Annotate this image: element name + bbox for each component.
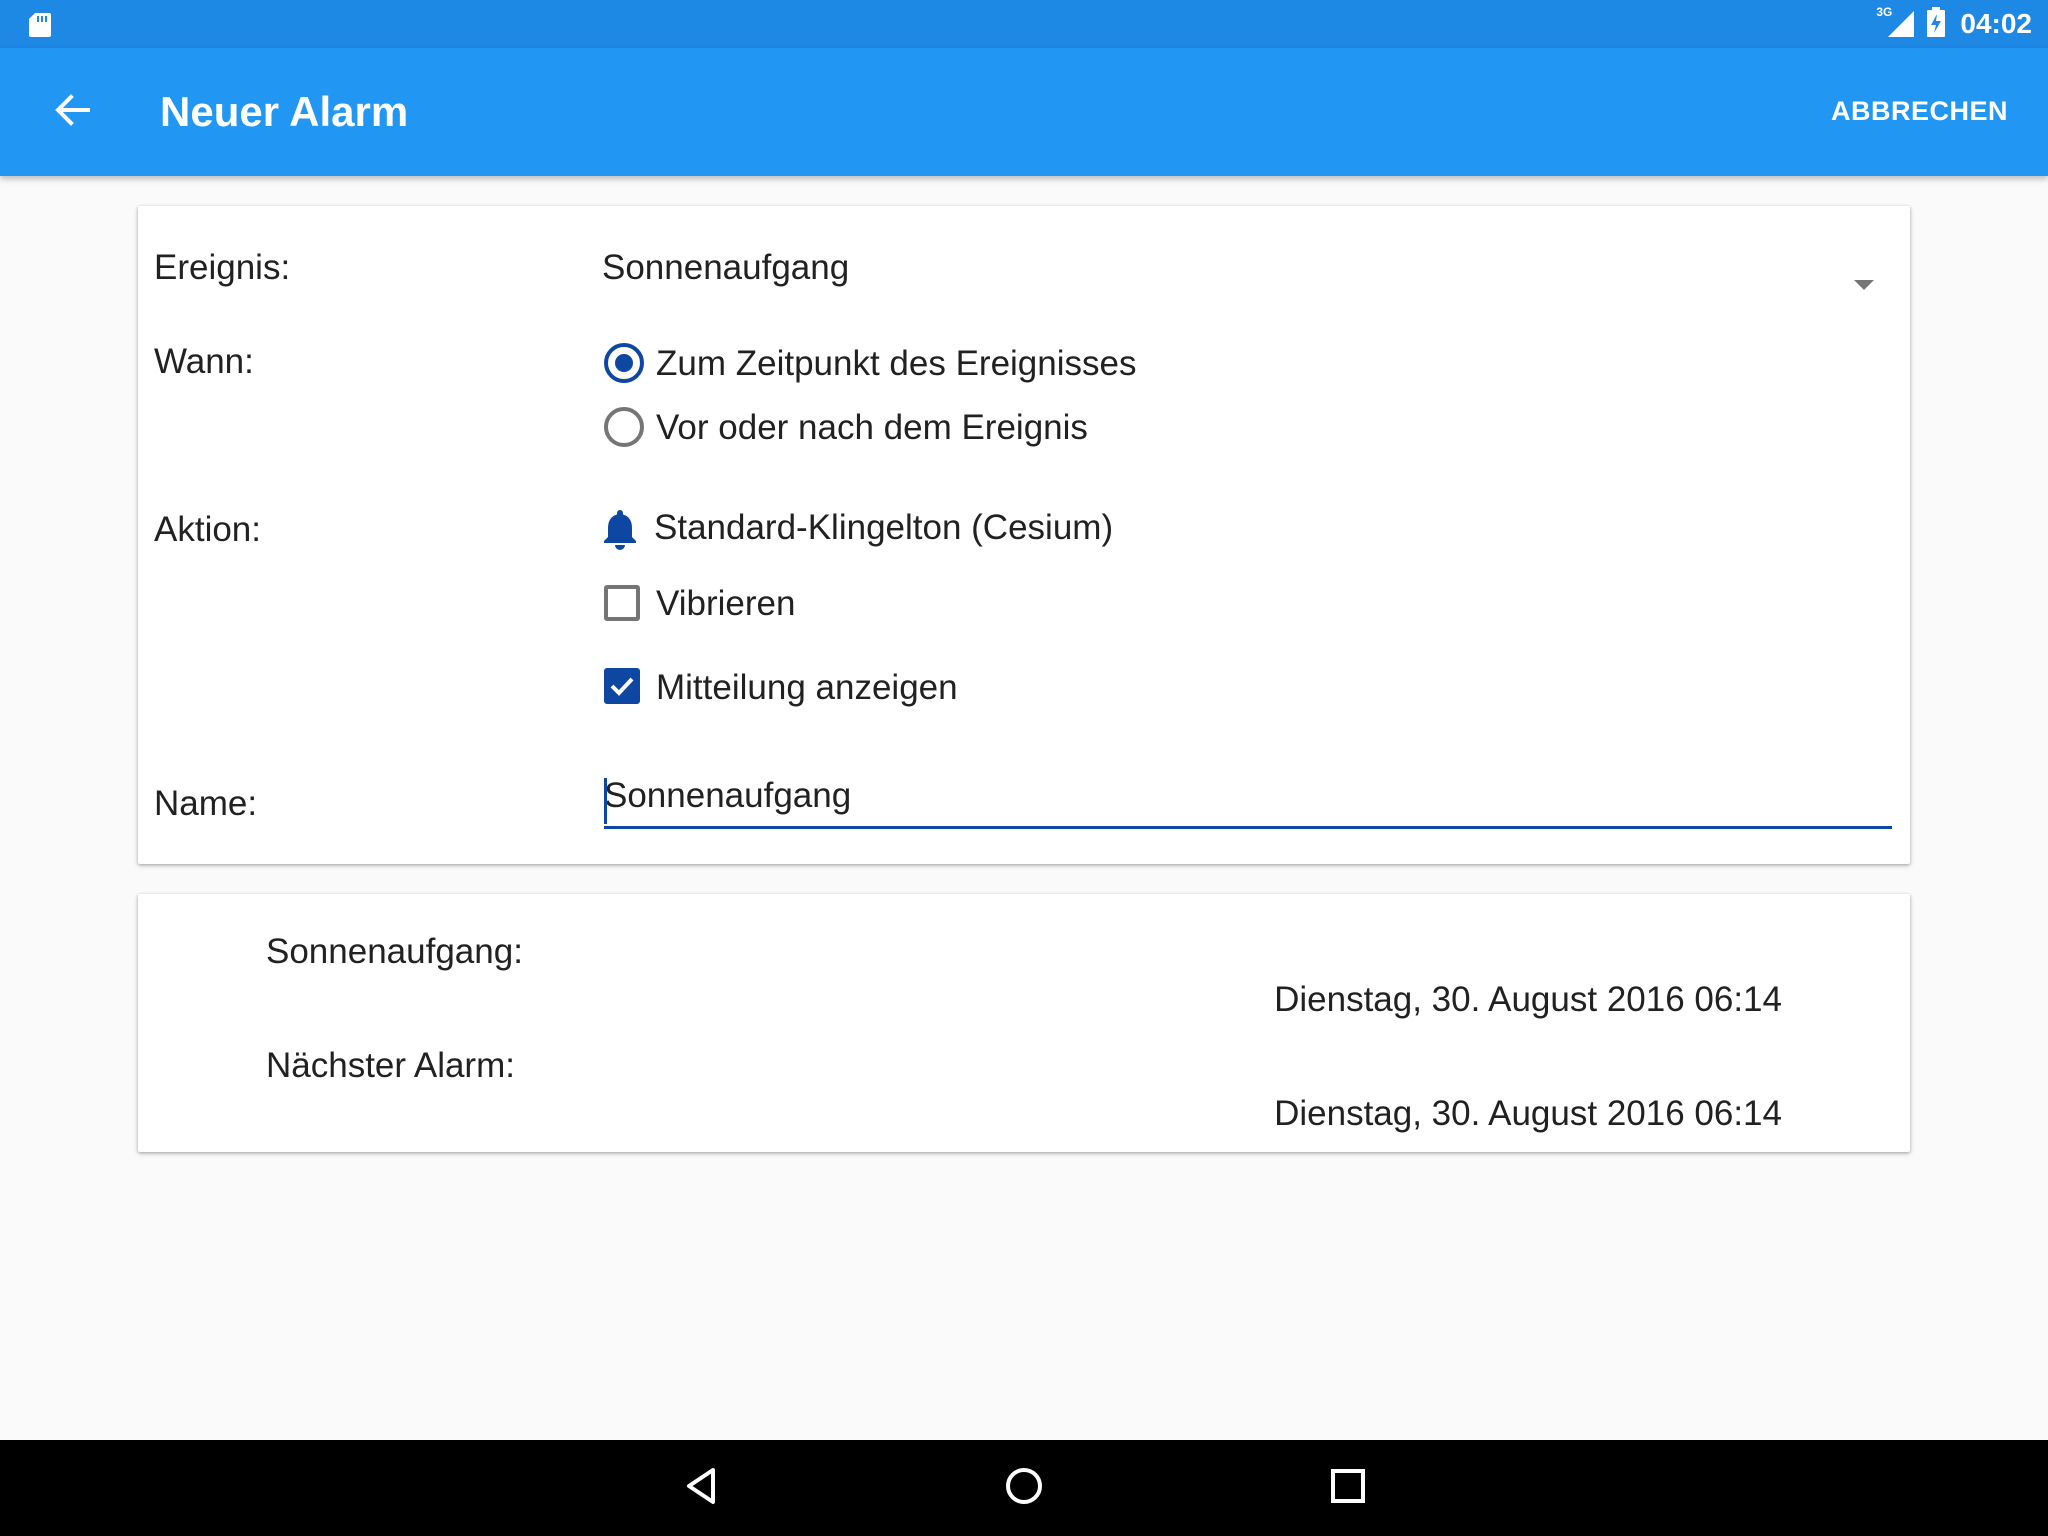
- dropdown-arrow-icon: [1854, 280, 1874, 290]
- next-alarm-label: Nächster Alarm:: [266, 1046, 515, 1085]
- battery-charging-icon: [1926, 6, 1946, 42]
- radio-at-event-time-label[interactable]: Zum Zeitpunkt des Ereignisses: [656, 344, 1136, 384]
- ringtone-label: Standard-Klingelton (Cesium): [654, 508, 1114, 547]
- radio-at-event-time[interactable]: [604, 343, 644, 383]
- ringtone-selector[interactable]: Standard-Klingelton (Cesium): [602, 496, 1162, 560]
- status-icons: 3G 04:02: [1876, 0, 2032, 48]
- next-alarm-value: Dienstag, 30. August 2016 06:14: [1274, 1094, 1782, 1133]
- arrow-back-icon: [54, 93, 90, 131]
- action-label: Aktion:: [154, 510, 261, 549]
- cancel-button[interactable]: ABBRECHEN: [1831, 96, 2008, 127]
- alarm-info-card: Sonnenaufgang: Dienstag, 30. August 2016…: [138, 894, 1910, 1152]
- sunrise-label: Sonnenaufgang:: [266, 932, 523, 971]
- checkmark-icon: [608, 672, 636, 705]
- radio-before-after-event-label[interactable]: Vor oder nach dem Ereignis: [656, 408, 1088, 448]
- text-cursor: [604, 778, 607, 824]
- nav-back-button[interactable]: [671, 1460, 731, 1516]
- navigation-bar: [0, 1440, 2048, 1536]
- recents-square-icon: [1330, 1468, 1366, 1509]
- clock: 04:02: [1960, 8, 2032, 39]
- name-label: Name:: [154, 784, 258, 823]
- nav-recents-button[interactable]: [1318, 1460, 1378, 1516]
- event-dropdown-value: Sonnenaufgang: [602, 248, 850, 287]
- network-type: 3G: [1876, 5, 1893, 19]
- page-title: Neuer Alarm: [160, 88, 409, 135]
- sd-card-icon: [28, 12, 52, 43]
- alarm-form-card: Ereignis: Sonnenaufgang Wann: Zum Zeitpu…: [138, 206, 1910, 864]
- when-label: Wann:: [154, 342, 254, 381]
- signal-icon: 3G: [1876, 5, 1916, 39]
- vibrate-label[interactable]: Vibrieren: [656, 584, 795, 624]
- back-triangle-icon: [683, 1466, 719, 1511]
- vibrate-checkbox[interactable]: [604, 585, 640, 621]
- nav-home-button[interactable]: [994, 1460, 1054, 1516]
- status-bar: 3G 04:02: [0, 0, 2048, 48]
- name-input[interactable]: [604, 766, 1892, 829]
- radio-before-after-event[interactable]: [604, 407, 644, 447]
- notification-label[interactable]: Mitteilung anzeigen: [656, 668, 958, 708]
- home-circle-icon: [1004, 1466, 1044, 1511]
- app-bar: Neuer Alarm ABBRECHEN: [0, 48, 2048, 176]
- sunrise-value: Dienstag, 30. August 2016 06:14: [1274, 980, 1782, 1019]
- event-dropdown[interactable]: Sonnenaufgang: [602, 226, 1894, 306]
- notification-checkbox[interactable]: [604, 668, 640, 704]
- event-label: Ereignis:: [154, 248, 291, 287]
- bell-icon: [602, 508, 638, 555]
- back-button[interactable]: [40, 84, 104, 140]
